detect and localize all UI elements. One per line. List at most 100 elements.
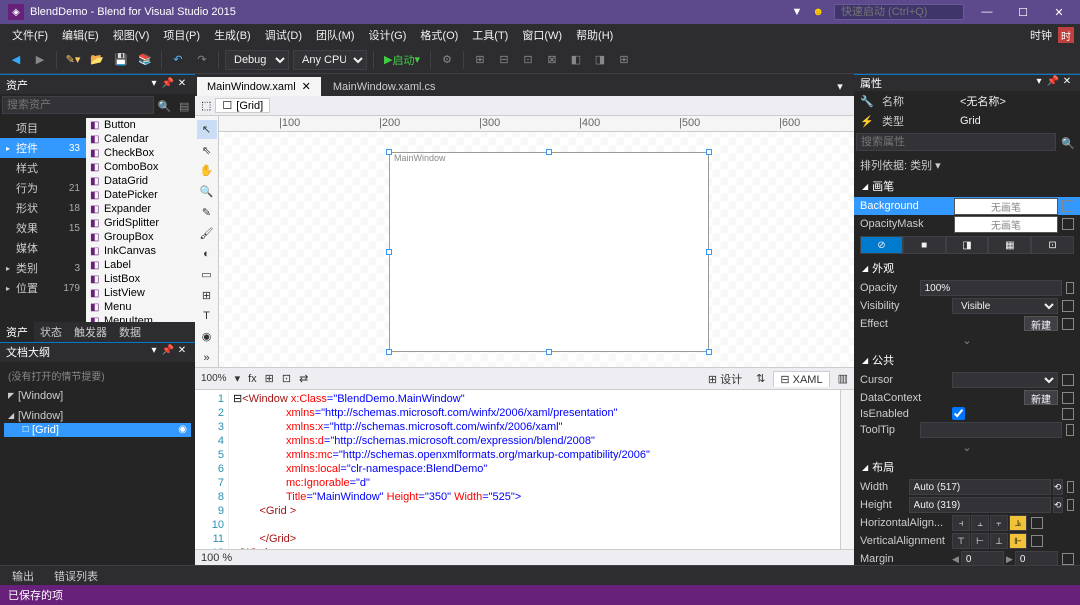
prop-marker[interactable] [1062, 408, 1074, 420]
tab-mainwindow-cs[interactable]: MainWindow.xaml.cs [323, 78, 446, 96]
asset-item[interactable]: ◧ListBox [86, 272, 195, 286]
margin-right-input[interactable] [1015, 551, 1058, 565]
gradient-brush-mode[interactable]: ◨ [946, 236, 989, 254]
open-button[interactable]: 📂 [87, 50, 107, 70]
code-editor[interactable]: 123456789101112 ⊟<Window x:Class="BlendD… [195, 389, 854, 549]
asset-item[interactable]: ◧DataGrid [86, 174, 195, 188]
control-tool-icon[interactable]: ◉ [197, 328, 217, 347]
valign-stretch[interactable]: ⊩ [1009, 533, 1027, 549]
cursor-combo[interactable] [952, 372, 1058, 388]
design-tab[interactable]: ⊞ 设计 [702, 370, 748, 388]
height-input[interactable] [909, 497, 1051, 513]
tb-icon-6[interactable]: ◧ [566, 50, 586, 70]
tab-assets[interactable]: 资产 [0, 322, 34, 342]
menu-project[interactable]: 项目(P) [157, 25, 206, 45]
panel-pin-icon[interactable]: 📌 [161, 345, 175, 359]
menu-build[interactable]: 生成(B) [208, 25, 257, 45]
valign-center[interactable]: ⊢ [971, 533, 989, 549]
brush-tool-icon[interactable]: 🖌 [197, 224, 217, 243]
panel-dropdown-icon[interactable]: ▾ [1032, 76, 1046, 90]
eyedropper-icon[interactable]: ✎ [197, 203, 217, 222]
menu-team[interactable]: 团队(M) [310, 25, 361, 45]
halign-center[interactable]: ⫠ [971, 515, 989, 531]
menu-window[interactable]: 窗口(W) [516, 25, 568, 45]
asset-item[interactable]: ◧InkCanvas [86, 244, 195, 258]
halign-right[interactable]: ⫟ [990, 515, 1008, 531]
gradient-tool-icon[interactable]: ◐ [197, 245, 217, 264]
close-button[interactable]: ✕ [1046, 6, 1072, 19]
expand-chevron-icon[interactable]: ⌄ [854, 439, 1080, 456]
redo-button[interactable]: ↷ [192, 50, 212, 70]
width-reset-icon[interactable]: ⟲ [1053, 479, 1063, 495]
prop-marker[interactable] [1031, 517, 1043, 529]
name-value[interactable]: <无名称> [956, 93, 1074, 109]
prop-marker[interactable] [1062, 553, 1074, 565]
run-button[interactable]: ▶ 启动 ▾ [380, 50, 424, 70]
asset-category[interactable]: 媒体 [0, 238, 86, 258]
view-mode-icon[interactable]: ▤ [176, 96, 194, 116]
feedback-icon[interactable]: ☻ [812, 6, 824, 18]
save-button[interactable]: 💾 [111, 50, 131, 70]
resource-brush-mode[interactable]: ⊡ [1031, 236, 1074, 254]
section-brush[interactable]: ◢画笔 [854, 175, 1080, 197]
menu-tools[interactable]: 工具(T) [466, 25, 514, 45]
visibility-combo[interactable]: Visible [952, 298, 1058, 314]
zoom-status[interactable]: 100 % [201, 552, 232, 564]
design-canvas[interactable]: |100 |200 |300 |400 |500 |600 MainWindow [219, 116, 854, 367]
valign-top[interactable]: ⊤ [952, 533, 970, 549]
panel-close-icon[interactable]: ✕ [175, 78, 189, 92]
menu-file[interactable]: 文件(F) [6, 25, 54, 45]
split-mode-icon[interactable]: ▥ [838, 372, 848, 385]
asset-category[interactable]: 行为21 [0, 178, 86, 198]
search-icon[interactable]: 🔍 [1058, 133, 1078, 153]
menu-edit[interactable]: 编辑(E) [56, 25, 105, 45]
docoutline-root[interactable]: ◤ [Window] [4, 389, 191, 403]
prop-marker[interactable] [1062, 300, 1074, 312]
asset-category[interactable]: 效果15 [0, 218, 86, 238]
margin-left-input[interactable] [961, 551, 1004, 565]
menu-view[interactable]: 视图(V) [107, 25, 156, 45]
prop-marker[interactable] [1067, 499, 1074, 511]
tb-icon-2[interactable]: ⊞ [470, 50, 490, 70]
datacontext-new-button[interactable]: 新建 [1024, 390, 1058, 405]
config-combo[interactable]: Debug [225, 50, 289, 70]
halign-stretch[interactable]: ⫡ [1009, 515, 1027, 531]
section-common[interactable]: ◢公共 [854, 349, 1080, 371]
valign-bottom[interactable]: ⊥ [990, 533, 1008, 549]
tooltip-input[interactable] [920, 422, 1062, 438]
no-brush-mode[interactable]: ⊘ [860, 236, 903, 254]
zoom-tool-icon[interactable]: 🔍 [197, 182, 217, 201]
brush-row[interactable]: Background无画笔 [854, 197, 1080, 215]
properties-search-input[interactable] [856, 133, 1056, 151]
effect-new-button[interactable]: 新建 [1024, 316, 1058, 331]
tab-dropdown-icon[interactable]: ▾ [830, 76, 850, 96]
direct-select-icon[interactable]: ⇖ [197, 141, 217, 160]
tab-output[interactable]: 输出 [6, 566, 40, 586]
asset-category[interactable]: 样式 [0, 158, 86, 178]
asset-category[interactable]: 项目 [0, 118, 86, 138]
tile-brush-mode[interactable]: ▦ [988, 236, 1031, 254]
solid-brush-mode[interactable]: ■ [903, 236, 946, 254]
isenabled-checkbox[interactable] [952, 407, 965, 420]
tab-mainwindow-xaml[interactable]: MainWindow.xaml✕ [197, 77, 321, 96]
assets-search-input[interactable] [2, 96, 154, 114]
asset-item[interactable]: ◧ListView [86, 286, 195, 300]
flag-icon[interactable]: ▼ [792, 6, 803, 18]
pan-tool-icon[interactable]: ✋ [197, 162, 217, 181]
maximize-button[interactable]: ☐ [1010, 6, 1036, 19]
save-all-button[interactable]: 📚 [135, 50, 155, 70]
breadcrumb-root-icon[interactable]: ⬚ [201, 99, 211, 112]
asset-item[interactable]: ◧Expander [86, 202, 195, 216]
menu-design[interactable]: 设计(G) [363, 25, 413, 45]
menu-format[interactable]: 格式(O) [414, 25, 464, 45]
tb-icon-3[interactable]: ⊟ [494, 50, 514, 70]
halign-left[interactable]: ⫞ [952, 515, 970, 531]
prop-marker[interactable] [1067, 481, 1074, 493]
expand-chevron-icon[interactable]: ⌄ [854, 332, 1080, 349]
xaml-tab[interactable]: ⊟ XAML [773, 371, 829, 387]
height-reset-icon[interactable]: ⟲ [1053, 497, 1063, 513]
assets-tool-icon[interactable]: » [197, 348, 217, 367]
quick-launch-input[interactable] [834, 4, 964, 20]
nav-fwd-button[interactable]: ▶ [30, 50, 50, 70]
prop-marker[interactable] [1062, 374, 1074, 386]
